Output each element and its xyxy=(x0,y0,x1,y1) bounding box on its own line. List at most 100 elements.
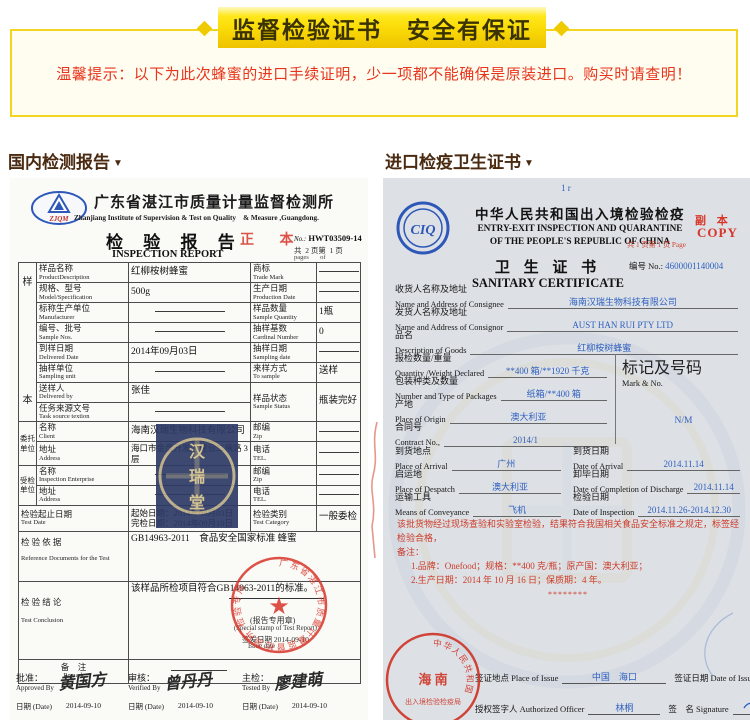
table-row: 送样人Delivered by 张佳 样品状态Sample Status 瓶装完… xyxy=(19,382,361,402)
cell-label: 检验类别Test Category xyxy=(251,505,317,531)
seal-char: 瑞 xyxy=(189,467,205,486)
cell-label: 地址Address xyxy=(37,485,129,505)
logo-text: ZJQM xyxy=(48,215,69,223)
table-row: 规格、型号Model/Specification 500g 生产日期Produc… xyxy=(19,283,361,303)
red-pen-mark xyxy=(363,418,387,568)
stamp-center-text: 海 南 xyxy=(418,672,447,687)
cell-label: 邮编Zip xyxy=(251,422,317,442)
signature-approved: 黄国方 xyxy=(57,666,107,695)
cell-value xyxy=(317,283,361,303)
field-consignor: 发货人名称及地址 Name and Address of ConsignorAU… xyxy=(395,307,738,332)
table-row: 抽样单位Sampling unit 来样方式To sample 送样 xyxy=(19,362,361,382)
cell-value: 2014年09月03日 xyxy=(129,342,251,362)
number-label: No.: xyxy=(294,235,306,243)
cell-label: 名称Inspection Enterprise xyxy=(37,465,129,485)
number-value: 4600001140004 xyxy=(665,261,723,271)
field-quantity: 报检数量/重量 Quantity /Weight Declared**400 箱… xyxy=(395,353,607,378)
table-row: 编号、批号Sample Nos. 抽样基数Cardinal Number 0 xyxy=(19,322,361,342)
cell-label: 检 验 结 论Test Conclusion xyxy=(19,581,129,659)
blank-line xyxy=(319,452,359,453)
cell-value xyxy=(317,485,361,505)
cell-label: 检验起止日期Test Date xyxy=(19,505,129,531)
group-char: 本 xyxy=(23,395,33,408)
cell-label: 规格、型号Model/Specification xyxy=(37,283,129,303)
cell-value xyxy=(317,342,361,362)
cell-value xyxy=(317,465,361,485)
cell-label: 抽样基数Cardinal Number xyxy=(251,322,317,342)
stamp-bottom-text: 出入境检验检疫局 xyxy=(405,697,461,706)
cell-value: 张佳 xyxy=(129,382,251,402)
cell-label: 电话TEL. xyxy=(251,485,317,505)
issue-place-value: 中国 海口 xyxy=(562,670,666,684)
statement-line: 该批货物经过现场查验和实验室检验，结果符合我国相关食品安全标准之规定，标签经检验… xyxy=(397,518,739,546)
blank-line xyxy=(155,311,225,312)
table-row: 样本 样品名称ProductDescription 红柳桉树蜂蜜 商标Trade… xyxy=(19,263,361,283)
field-arrival-place: 到货地点 Place of Arrival广州 xyxy=(395,446,561,471)
red-stamp-icon: 广东省湛江市质量计量监督检测所·检验专用 ★ xyxy=(228,554,330,656)
company-seal-watermark: 汉 瑞 堂 xyxy=(156,424,238,528)
notice-text: 温馨提示：以下为此次蜂蜜的进口手续证明，少一项都不能确保是原装进口。购买时请查明… xyxy=(56,63,692,84)
sanitary-certificate-scan: 1 r CIQ 中华人民共和国出入境检验检疫 ENTRY-EXIT INSPEC… xyxy=(383,178,750,720)
field-goods: 品名 Description of Goods红柳桉树蜂蜜 xyxy=(395,330,738,355)
cell-value xyxy=(129,322,251,342)
section-title: 进口检疫卫生证书 xyxy=(385,153,521,172)
cell-label: 样品状态Sample Status xyxy=(251,382,317,422)
chevron-down-icon: ▼ xyxy=(113,158,123,169)
org-name-cn: 中华人民共和国出入境检验检疫 xyxy=(455,203,705,223)
seal-char: 汉 xyxy=(189,442,206,461)
certificate-number: 编号 No.: 4600001140004 xyxy=(629,260,723,272)
blank-line xyxy=(319,351,359,352)
cell-label: 邮编Zip xyxy=(251,465,317,485)
table-row: 标称生产单位Manufacturer 样品数量Sample Quantity 1… xyxy=(19,303,361,323)
approved-by-block: 批准：Approved By黄国方 日期 (Date)2014-09-10 xyxy=(16,668,128,712)
cell-label: 送样人Delivered by xyxy=(37,382,129,402)
blank-line xyxy=(155,371,225,372)
cell-value xyxy=(129,362,251,382)
cell-label: 地址Address xyxy=(37,442,129,465)
signature-footer: 批准：Approved By黄国方 日期 (Date)2014-09-10 审核… xyxy=(16,668,364,712)
cell-value: 0 xyxy=(317,322,361,342)
remark-line: 2.生产日期：2014 年 10 月 16 日；保质期：4 年。 xyxy=(411,574,739,588)
mark-no-box: 标记及号码 Mark & No. N/M xyxy=(615,354,745,444)
tested-by-block: 主检：Tested By廖建萌 日期 (Date)2014-09-10 xyxy=(242,668,360,712)
officer-row: 授权签字人 Authorized Officer 林桐 签 名 Signatur… xyxy=(475,696,750,715)
blank-line xyxy=(319,431,359,432)
report-title-en: INSPECTION REPORT xyxy=(112,249,223,260)
ciq-logo-icon: CIQ xyxy=(395,200,451,256)
group-char: 样 xyxy=(23,277,33,290)
cell-label: 检 验 依 据Reference Documents for the Test xyxy=(19,531,129,581)
star-icon: ★ xyxy=(268,594,290,620)
org-name-en: ENTRY-EXIT INSPECTION AND QUARANTINE xyxy=(455,223,705,236)
stars-divider: ******** xyxy=(397,589,739,601)
section-import-certificate[interactable]: 进口检疫卫生证书▼ xyxy=(385,148,534,173)
org-name-cn: 广东省湛江市质量计量监督检测所 xyxy=(94,191,334,212)
org-name-en: Zhanjiang Institute of Supervision & Tes… xyxy=(74,213,319,223)
signature-scribble xyxy=(733,696,750,715)
remark-line: 1.品牌：Onefood；规格：**400 克/瓶；原产国：澳大利亚； xyxy=(411,560,739,574)
cell-value: 红柳桉树蜂蜜 xyxy=(129,263,251,283)
row-group-client: 委托单位 xyxy=(19,422,37,465)
cell-value xyxy=(317,263,361,283)
field-arrival-date: 到货日期 Date of Arrival2014.11.14 xyxy=(573,446,740,471)
cell-label: 任务来源文号Task source textion xyxy=(37,402,129,422)
cell-label: 抽样日期Sampling date xyxy=(251,342,317,362)
cell-label: 名称Client xyxy=(37,422,129,442)
cell-value: 一般委检 xyxy=(317,505,361,531)
chevron-down-icon: ▼ xyxy=(524,158,534,169)
section-domestic-report[interactable]: 国内检测报告▼ xyxy=(8,148,123,173)
verified-by-block: 审核：Verified By曾丹丹 日期 (Date)2014-09-10 xyxy=(128,668,242,712)
field-despatch: 启运地 Place of Despatch澳大利亚 xyxy=(395,469,561,494)
cell-label: 电话TEL. xyxy=(251,442,317,465)
cell-value: 500g xyxy=(129,283,251,303)
pages-note: 共 1 页第 1 页 Page xyxy=(627,240,686,250)
mark-value: N/M xyxy=(622,416,745,426)
cell-label: 到样日期Delivered Date xyxy=(37,342,129,362)
issue-row: 签证地点 Place of Issue 中国 海口 签证日期 Date of I… xyxy=(475,670,750,684)
section-title: 国内检测报告 xyxy=(8,153,110,172)
signature-verified: 曾丹丹 xyxy=(163,666,213,695)
field-discharge: 卸毕日期 Date of Completion of Discharge2014… xyxy=(573,469,740,494)
blank-line xyxy=(155,331,225,332)
cell-value xyxy=(317,422,361,442)
blank-line xyxy=(319,494,359,495)
cell-label: 样品数量Sample Quantity xyxy=(251,303,317,323)
